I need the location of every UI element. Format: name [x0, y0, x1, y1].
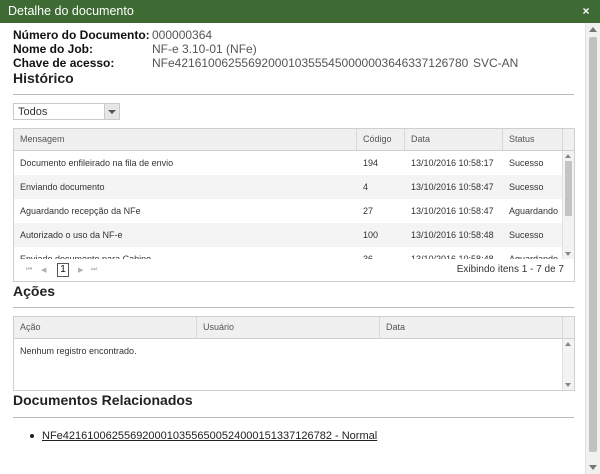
status-filter-value: Todos	[18, 106, 48, 118]
chevron-down-icon[interactable]	[104, 104, 119, 119]
row-message: Enviando documento	[20, 182, 105, 192]
numero-value: 000000364	[152, 28, 213, 42]
column-header[interactable]: Data	[380, 317, 563, 338]
row-code: 194	[363, 158, 379, 168]
current-page[interactable]: 1	[57, 263, 69, 277]
empty-message: Nenhum registro encontrado.	[20, 346, 137, 356]
row-date: 13/10/2016 10:58:48	[411, 230, 494, 240]
chave-label: Chave de acesso:	[13, 56, 115, 70]
pager-info: Exibindo itens 1 - 7 de 7	[456, 264, 564, 275]
scroll-up-icon[interactable]	[565, 154, 571, 158]
first-page-icon[interactable]: ⏮	[26, 266, 32, 274]
grid-scrollbar[interactable]	[562, 339, 574, 390]
column-header[interactable]: Data	[405, 129, 503, 150]
row-code: 100	[363, 230, 379, 240]
prev-page-icon[interactable]: ◀	[41, 266, 46, 274]
close-icon[interactable]: ×	[580, 4, 592, 18]
job-value: NF-e 3.10-01 (NFe)	[152, 42, 257, 56]
row-status: Aguardando	[509, 206, 559, 216]
row-date: 13/10/2016 10:58:47	[411, 182, 494, 192]
acoes-title: Ações	[13, 283, 56, 299]
column-header[interactable]: Código	[357, 129, 405, 150]
historico-title: Histórico	[13, 70, 74, 86]
dialog-titlebar: Detalhe do documento ×	[0, 0, 600, 23]
row-status: Sucesso	[509, 158, 544, 168]
row-date: 13/10/2016 10:58:17	[411, 158, 494, 168]
scroll-up-icon[interactable]	[589, 27, 597, 32]
numero-label: Número do Documento:	[13, 28, 150, 42]
dialog-content: Número do Documento: 000000364 Nome do J…	[0, 23, 584, 474]
column-header[interactable]: Ação	[14, 317, 197, 338]
acoes-grid: Ação Usuário Data Nenhum registro encont…	[13, 316, 575, 391]
scroll-up-icon[interactable]	[565, 342, 571, 346]
historico-grid: Mensagem Código Data Status Documento en…	[13, 128, 575, 260]
row-message: Aguardando recepção da NFe	[20, 206, 141, 216]
divider	[13, 94, 574, 95]
divider	[13, 307, 574, 308]
document-info: Número do Documento: 000000364 Nome do J…	[13, 28, 573, 70]
row-status: Sucesso	[509, 182, 544, 192]
dialog-scrollbar[interactable]	[585, 23, 600, 474]
grid-header: Mensagem Código Data Status	[14, 129, 574, 151]
column-header[interactable]: Status	[503, 129, 563, 150]
last-page-icon[interactable]: ⏭	[91, 266, 97, 274]
row-code: 4	[363, 182, 369, 192]
chave-extra: SVC-AN	[473, 56, 519, 70]
divider	[13, 417, 574, 418]
scroll-down-icon[interactable]	[589, 465, 597, 470]
row-code: 27	[363, 206, 374, 216]
scroll-thumb[interactable]	[589, 37, 597, 452]
dialog-title: Detalhe do documento	[8, 4, 134, 18]
status-filter-select[interactable]: Todos	[13, 103, 120, 120]
row-message: Autorizado o uso da NF-e	[20, 230, 123, 240]
grid-scrollbar[interactable]	[562, 151, 574, 259]
row-message: Documento enfileirado na fila de envio	[20, 158, 174, 168]
scroll-thumb[interactable]	[565, 161, 572, 216]
scroll-down-icon[interactable]	[565, 383, 571, 387]
historico-pager: ⏮ ◀ 1 ▶ ⏭ Exibindo itens 1 - 7 de 7	[13, 259, 575, 282]
row-date: 13/10/2016 10:58:47	[411, 206, 494, 216]
job-label: Nome do Job:	[13, 42, 93, 56]
column-header[interactable]: Usuário	[197, 317, 380, 338]
column-header[interactable]: Mensagem	[14, 129, 357, 150]
scroll-down-icon[interactable]	[565, 252, 571, 256]
relacionados-title: Documentos Relacionados	[13, 392, 193, 408]
related-document-link[interactable]: NFe4216100625569200010355650052400015133…	[42, 430, 377, 442]
chave-value: NFe4216100625569200010355545000000364633…	[152, 56, 469, 70]
grid-header: Ação Usuário Data	[14, 317, 574, 339]
row-status: Sucesso	[509, 230, 544, 240]
bullet-icon	[30, 434, 34, 438]
next-page-icon[interactable]: ▶	[78, 266, 83, 274]
